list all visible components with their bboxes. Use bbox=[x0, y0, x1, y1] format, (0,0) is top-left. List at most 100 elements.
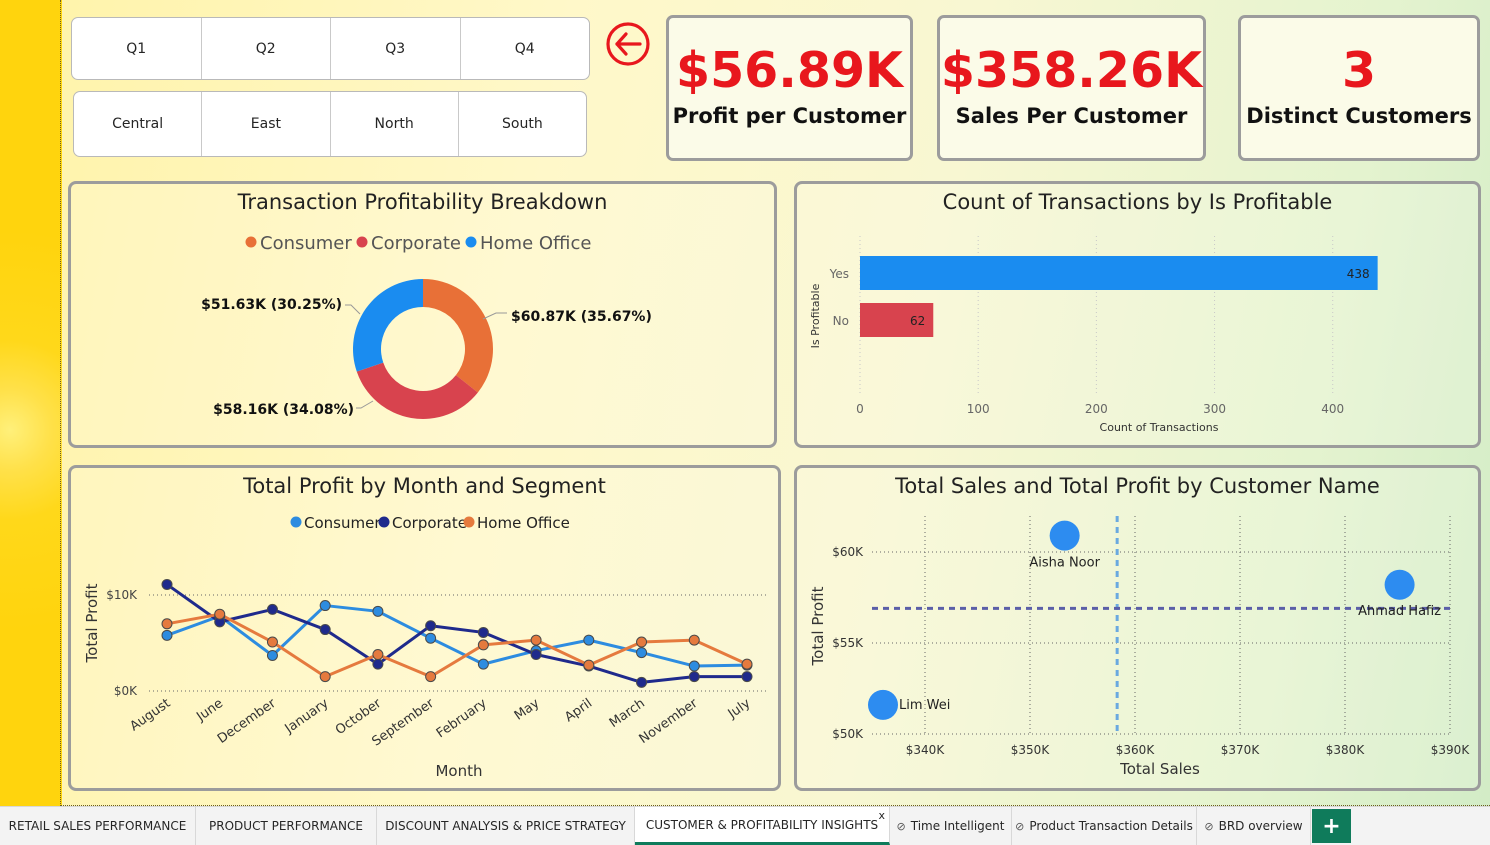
data-point[interactable] bbox=[477, 626, 489, 638]
data-label: 62 bbox=[910, 314, 925, 328]
quarter-slicer: Q1 Q2 Q3 Q4 bbox=[71, 17, 590, 80]
slicer-option-south[interactable]: South bbox=[459, 92, 586, 156]
tab-brd-overview[interactable]: ⊘ BRD overview bbox=[1197, 807, 1311, 845]
tab-time-intelligent[interactable]: ⊘ Time Intelligent bbox=[890, 807, 1012, 845]
data-point[interactable] bbox=[319, 624, 331, 636]
x-tick-label: January bbox=[282, 696, 332, 737]
bubble-aisha-noor[interactable] bbox=[1049, 520, 1080, 551]
legend-marker bbox=[356, 236, 368, 248]
line-chart: Consumer Corporate Home Office $0K $10K Augus… bbox=[83, 514, 769, 780]
hidden-eye-icon: ⊘ bbox=[896, 819, 906, 833]
x-tick-label: June bbox=[193, 696, 226, 725]
data-point[interactable] bbox=[161, 618, 173, 630]
legend-marker bbox=[378, 516, 390, 528]
card-value: $358.26K bbox=[940, 42, 1203, 99]
data-point[interactable] bbox=[425, 632, 437, 644]
legend-marker bbox=[463, 516, 475, 528]
tab-label: CUSTOMER & PROFITABILITY INSIGHTS bbox=[645, 817, 879, 832]
close-tab-icon[interactable]: x bbox=[878, 809, 885, 822]
x-axis-title: Count of Transactions bbox=[1100, 421, 1219, 434]
data-point[interactable] bbox=[214, 608, 226, 620]
tab-retail-sales-performance[interactable]: RETAIL SALES PERFORMANCE bbox=[0, 807, 196, 845]
back-button[interactable] bbox=[605, 21, 651, 67]
series-line-home-office[interactable] bbox=[166, 612, 748, 679]
data-point[interactable] bbox=[741, 658, 753, 670]
tab-label: DISCOUNT ANALYSIS & PRICE STRATEGY bbox=[385, 819, 626, 833]
y-tick-label: $50K bbox=[832, 727, 864, 741]
hidden-eye-icon: ⊘ bbox=[1015, 819, 1025, 833]
y-axis-title: Is Profitable bbox=[809, 283, 822, 348]
slicer-option-q2[interactable]: Q2 bbox=[202, 18, 331, 79]
bar-yes[interactable] bbox=[860, 256, 1378, 290]
hidden-eye-icon: ⊘ bbox=[1204, 819, 1214, 833]
slicer-option-north[interactable]: North bbox=[331, 92, 459, 156]
legend-label: Corporate bbox=[371, 233, 461, 254]
arrow-left-circle-icon bbox=[606, 22, 650, 66]
slicer-option-q3[interactable]: Q3 bbox=[331, 18, 461, 79]
donut-slice-home-office[interactable] bbox=[353, 279, 423, 372]
y-tick-label: No bbox=[833, 314, 849, 328]
legend-label: Consumer bbox=[304, 514, 381, 532]
x-axis-title: Month bbox=[435, 762, 482, 780]
profit-per-customer-card: $56.89K Profit per Customer bbox=[666, 15, 913, 161]
y-tick-label: $55K bbox=[832, 636, 864, 650]
x-tick-label: November bbox=[637, 696, 702, 747]
y-tick-label: $10K bbox=[106, 588, 138, 602]
data-point[interactable] bbox=[425, 620, 437, 632]
data-point[interactable] bbox=[266, 649, 278, 661]
data-point[interactable] bbox=[688, 671, 700, 683]
data-point[interactable] bbox=[636, 636, 648, 648]
legend-label: Home Office bbox=[480, 233, 591, 254]
data-point[interactable] bbox=[583, 659, 595, 671]
data-point[interactable] bbox=[161, 578, 173, 590]
data-point[interactable] bbox=[583, 634, 595, 646]
tab-label: Time Intelligent bbox=[910, 819, 1005, 833]
data-point[interactable] bbox=[530, 649, 542, 661]
bubble-lim-wei[interactable] bbox=[868, 689, 898, 720]
sales-per-customer-card: $358.26K Sales Per Customer bbox=[937, 15, 1206, 161]
data-point[interactable] bbox=[372, 658, 384, 670]
data-point[interactable] bbox=[636, 676, 648, 688]
tab-discount-analysis[interactable]: DISCOUNT ANALYSIS & PRICE STRATEGY bbox=[377, 807, 635, 845]
slicer-option-east[interactable]: East bbox=[202, 92, 331, 156]
x-tick-label: 300 bbox=[1203, 402, 1226, 416]
tab-label: Product Transaction Details bbox=[1029, 819, 1193, 833]
x-tick-label: April bbox=[562, 696, 595, 725]
tab-product-performance[interactable]: PRODUCT PERFORMANCE bbox=[196, 807, 377, 845]
donut-slice-consumer[interactable] bbox=[423, 279, 493, 393]
tab-label: BRD overview bbox=[1218, 819, 1303, 833]
tab-customer-profitability[interactable]: CUSTOMER & PROFITABILITY INSIGHTS x bbox=[635, 807, 890, 845]
x-tick-label: July bbox=[725, 696, 754, 722]
slicer-option-q4[interactable]: Q4 bbox=[461, 18, 590, 79]
legend-label: Home Office bbox=[477, 514, 570, 532]
card-label: Sales Per Customer bbox=[955, 104, 1188, 128]
data-point[interactable] bbox=[372, 649, 384, 661]
data-point[interactable] bbox=[477, 658, 489, 670]
page-tabs: RETAIL SALES PERFORMANCE PRODUCT PERFORM… bbox=[0, 806, 1490, 845]
slicer-option-q1[interactable]: Q1 bbox=[72, 18, 202, 79]
data-point[interactable] bbox=[477, 639, 489, 651]
left-accent-bar bbox=[0, 0, 62, 806]
data-point[interactable] bbox=[636, 647, 648, 659]
add-page-button[interactable]: + bbox=[1312, 809, 1351, 843]
x-tick-label: March bbox=[607, 696, 648, 731]
data-point[interactable] bbox=[266, 603, 278, 615]
data-point[interactable] bbox=[319, 671, 331, 683]
card-label: Distinct Customers bbox=[1246, 104, 1472, 128]
data-point[interactable] bbox=[425, 671, 437, 683]
data-point[interactable] bbox=[266, 636, 278, 648]
x-tick-label: December bbox=[215, 696, 279, 747]
bubble-ahmad-hafiz[interactable] bbox=[1384, 569, 1415, 600]
x-axis-title: Total Sales bbox=[1119, 760, 1200, 778]
data-point[interactable] bbox=[688, 660, 700, 672]
data-point[interactable] bbox=[372, 605, 384, 617]
data-point[interactable] bbox=[741, 671, 753, 683]
data-point[interactable] bbox=[319, 600, 331, 612]
data-point[interactable] bbox=[161, 629, 173, 641]
slicer-option-central[interactable]: Central bbox=[74, 92, 203, 156]
data-point[interactable] bbox=[530, 634, 542, 646]
scatter-chart-panel: Total Sales and Total Profit by Customer… bbox=[794, 465, 1481, 791]
y-tick-label: $60K bbox=[832, 545, 864, 559]
tab-product-transaction-details[interactable]: ⊘ Product Transaction Details bbox=[1012, 807, 1197, 845]
data-point[interactable] bbox=[688, 634, 700, 646]
